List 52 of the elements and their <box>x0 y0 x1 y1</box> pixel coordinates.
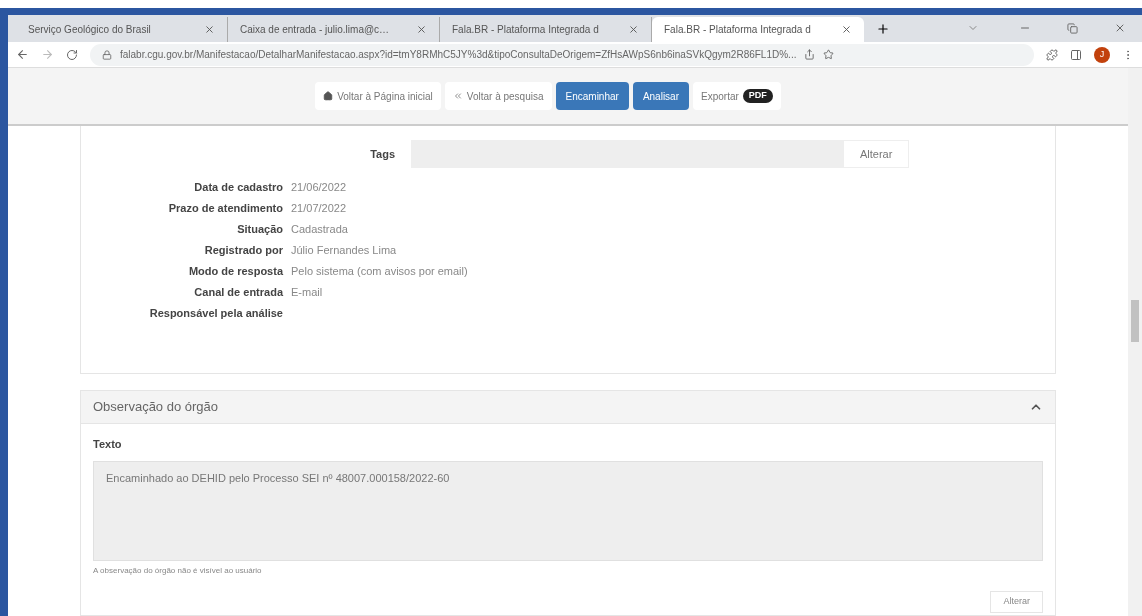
field-label: Canal de entrada <box>193 285 285 301</box>
toolbar-button[interactable]: Voltar à Página inicial <box>315 82 441 110</box>
field-label: Data de cadastro <box>193 180 284 196</box>
field-value: 21/07/2022 <box>291 201 347 217</box>
lock-icon <box>102 49 112 60</box>
field-value: 21/06/2022 <box>291 180 347 196</box>
panel-title: Observação do órgão <box>93 398 220 417</box>
field-label: Registrado por <box>203 243 284 259</box>
scrollbar[interactable] <box>1128 68 1142 616</box>
close-icon[interactable] <box>841 24 852 35</box>
close-icon[interactable] <box>1114 22 1126 34</box>
field-label: Prazo de atendimento <box>167 201 284 217</box>
panel-header[interactable]: Observação do órgão <box>81 391 1055 424</box>
double-chevron-icon <box>452 91 463 101</box>
extensions-icon[interactable] <box>1046 48 1058 61</box>
field-label: Responsável pela análise <box>148 306 284 322</box>
toolbar-button[interactable]: Analisar <box>632 82 689 110</box>
field-label: Texto <box>93 437 123 452</box>
home-icon <box>323 91 334 101</box>
field-value: Júlio Fernandes Lima <box>291 243 397 259</box>
export-button[interactable]: Exportar PDF <box>693 82 781 110</box>
browser-tab[interactable]: Fala.BR - Plataforma Integrada d <box>652 17 864 42</box>
close-icon[interactable] <box>416 24 427 35</box>
tab-title: Serviço Geológico do Brasil <box>28 23 152 37</box>
hint-text: A observação do órgão não é visível ao usuário <box>93 564 263 577</box>
profile-avatar[interactable]: J <box>1094 46 1110 63</box>
share-icon[interactable] <box>804 49 816 60</box>
alterar-button[interactable]: Alterar <box>843 140 910 168</box>
toolbar-button[interactable]: Encaminhar <box>555 82 629 110</box>
tab-title: Fala.BR - Plataforma Integrada d <box>452 23 600 37</box>
restore-icon[interactable] <box>1067 23 1078 34</box>
tab-title: Fala.BR - Plataforma Integrada d <box>664 23 812 37</box>
reload-icon[interactable] <box>66 48 78 61</box>
alterar-button[interactable]: Alterar <box>990 590 1043 613</box>
tab-title: Caixa de entrada - julio.lima@c… <box>240 23 391 37</box>
new-tab-icon[interactable] <box>876 22 890 36</box>
toolbar-button[interactable]: Voltar à pesquisa <box>444 82 552 110</box>
field-value: E-mail <box>291 285 323 301</box>
close-icon[interactable] <box>204 24 215 35</box>
field-label: Modo de resposta <box>187 264 285 280</box>
address-bar[interactable]: falabr.cgu.gov.br/Manifestacao/DetalharManifestacao.aspx?id=tmY8RMhC5JY%3d&tipoConsultaDeOrigem=ZfHsAWpS6nb6inaSVkQgym2R86FL1D%... <box>90 43 1034 66</box>
scrollbar-thumb[interactable] <box>1131 300 1139 342</box>
field-label: Tags <box>369 146 396 162</box>
close-icon[interactable] <box>628 24 639 35</box>
bookmark-star-icon[interactable] <box>823 49 835 60</box>
pdf-badge: PDF <box>742 89 773 103</box>
text-area[interactable]: Encaminhado ao DEHID pelo Processo SEI nº 48007.000158/2022-60 <box>93 460 1043 561</box>
side-panel-icon[interactable] <box>1070 48 1082 61</box>
field-label: Situação <box>236 222 284 238</box>
back-icon[interactable] <box>16 48 29 61</box>
field-value: Pelo sistema (com avisos por email) <box>291 264 468 280</box>
field-value: Cadastrada <box>291 222 348 238</box>
